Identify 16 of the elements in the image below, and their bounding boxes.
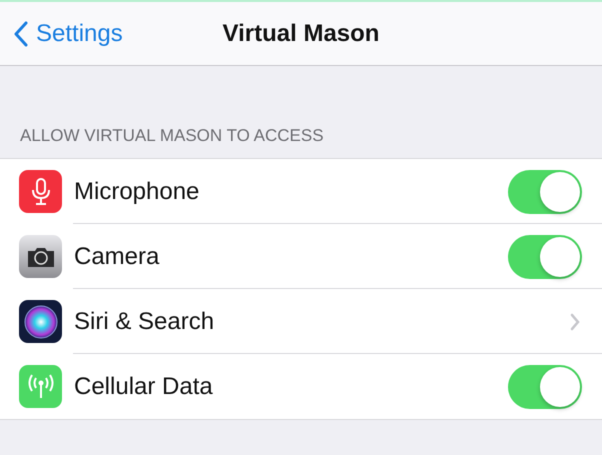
chevron-right-icon bbox=[570, 312, 580, 330]
toggle-switch[interactable] bbox=[508, 364, 582, 408]
camera-icon bbox=[19, 235, 62, 278]
row-label: Siri & Search bbox=[74, 308, 216, 336]
chevron-left-icon bbox=[14, 20, 28, 46]
toggle-switch[interactable] bbox=[508, 234, 582, 278]
row-label: Cellular Data bbox=[74, 372, 214, 400]
microphone-icon bbox=[19, 170, 62, 213]
antenna-icon bbox=[19, 365, 62, 408]
siri-icon bbox=[19, 300, 62, 343]
toggle-switch[interactable] bbox=[508, 170, 582, 214]
row-label: Microphone bbox=[74, 178, 200, 206]
section-header: ALLOW VIRTUAL MASON TO ACCESS bbox=[20, 126, 324, 145]
page-title: Virtual Mason bbox=[222, 20, 380, 48]
back-button[interactable]: Settings bbox=[0, 20, 123, 48]
row-label: Camera bbox=[74, 242, 160, 270]
